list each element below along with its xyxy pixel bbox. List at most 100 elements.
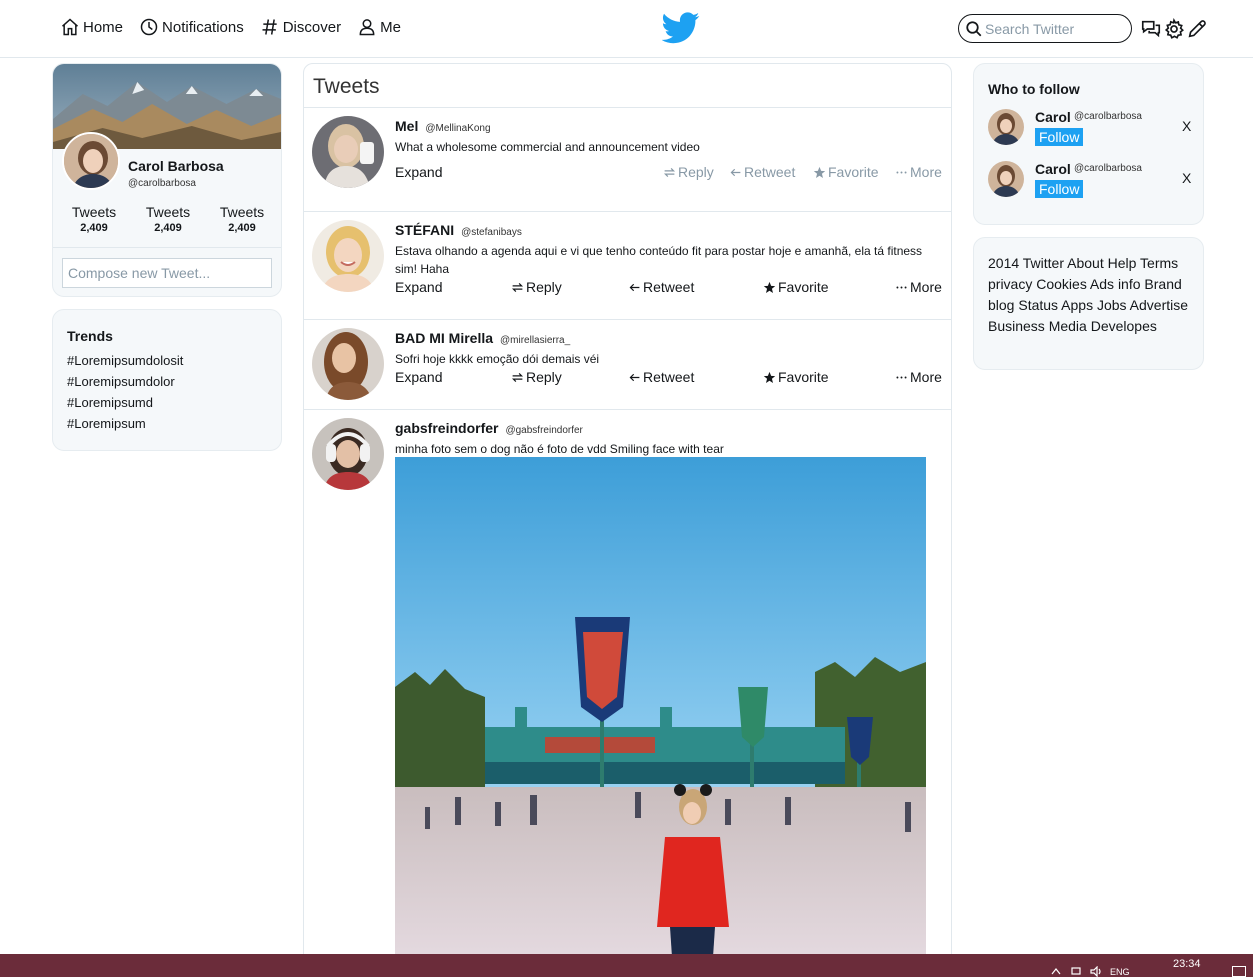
trends-title: Trends bbox=[67, 328, 113, 344]
more-button[interactable]: More bbox=[895, 279, 942, 295]
nav-me[interactable]: Me bbox=[357, 17, 401, 37]
hashtag-icon bbox=[262, 19, 277, 35]
tweet-text: Sofri hoje kkkk emoção dói demais véi bbox=[395, 352, 600, 366]
suggestion-avatar[interactable] bbox=[988, 109, 1024, 145]
follow-suggestion: Carol @carolbarbosa Follow X bbox=[988, 109, 1193, 149]
suggestion-name[interactable]: Carol bbox=[1035, 109, 1071, 125]
tweet: Mel @MellinaKong What a wholesome commer… bbox=[304, 108, 951, 212]
who-to-follow-card: Who to follow Carol @carolbarbosa Follow… bbox=[973, 63, 1204, 225]
trend-item[interactable]: #Loremipsum bbox=[67, 416, 267, 431]
favorite-button[interactable]: Favorite bbox=[763, 279, 829, 295]
tweet-body: gabsfreindorfer @gabsfreindorfer minha f… bbox=[395, 420, 943, 458]
tweet-avatar[interactable] bbox=[312, 116, 384, 188]
tweet-body: STÉFANI @stefanibays Estava olhando a ag… bbox=[395, 222, 943, 278]
dismiss-suggestion-button[interactable]: X bbox=[1182, 118, 1191, 134]
ellipsis-icon bbox=[896, 286, 907, 288]
retweet-button[interactable]: Retweet bbox=[628, 369, 694, 385]
suggestion-name[interactable]: Carol bbox=[1035, 161, 1071, 177]
ellipsis-icon bbox=[896, 171, 907, 173]
tweet-author-name[interactable]: STÉFANI bbox=[395, 222, 454, 238]
stat-tweets[interactable]: Tweets 2,409 bbox=[72, 204, 116, 234]
favorite-label: Favorite bbox=[828, 164, 879, 180]
tweet-avatar[interactable] bbox=[312, 220, 384, 292]
messages-icon bbox=[1141, 20, 1161, 37]
settings-button[interactable] bbox=[1163, 17, 1185, 40]
more-button[interactable]: More bbox=[895, 369, 942, 385]
suggestion-handle: @carolbarbosa bbox=[1074, 163, 1142, 174]
retweet-button[interactable]: Retweet bbox=[628, 279, 694, 295]
profile-name[interactable]: Carol Barbosa bbox=[128, 158, 224, 174]
tweet-body: Mel @MellinaKong What a wholesome commer… bbox=[395, 118, 943, 156]
reply-label: Reply bbox=[526, 279, 562, 295]
expand-link[interactable]: Expand bbox=[395, 369, 442, 385]
retweet-button[interactable]: Retweet bbox=[729, 164, 795, 180]
stat-value: 2,409 bbox=[228, 222, 256, 234]
tweet: gabsfreindorfer @gabsfreindorfer minha f… bbox=[304, 410, 951, 962]
tweet-author-handle[interactable]: @stefanibays bbox=[461, 227, 522, 238]
tweet-author-handle[interactable]: @gabsfreindorfer bbox=[505, 425, 582, 436]
avatar-image bbox=[64, 134, 118, 188]
compose-button[interactable] bbox=[1186, 18, 1208, 40]
trend-item[interactable]: #Loremipsumdolor bbox=[67, 374, 267, 389]
ellipsis-icon bbox=[896, 376, 907, 378]
trend-item[interactable]: #Loremipsumd bbox=[67, 395, 267, 410]
profile-stats: Tweets 2,409 Tweets 2,409 Tweets 2,409 bbox=[53, 204, 281, 234]
tweet-text: What a wholesome commercial and announce… bbox=[395, 140, 700, 154]
nav-notifications[interactable]: Notifications bbox=[139, 17, 244, 37]
network-icon[interactable] bbox=[1070, 966, 1082, 977]
nav-home[interactable]: Home bbox=[60, 17, 123, 37]
arrow-left-icon bbox=[629, 283, 640, 291]
messages-button[interactable] bbox=[1140, 18, 1162, 40]
more-label: More bbox=[910, 369, 942, 385]
suggestion-avatar[interactable] bbox=[988, 161, 1024, 197]
nav-discover[interactable]: Discover bbox=[260, 17, 341, 37]
reply-label: Reply bbox=[678, 164, 714, 180]
star-icon bbox=[763, 371, 776, 383]
search-input[interactable] bbox=[985, 20, 1125, 37]
tweet-avatar[interactable] bbox=[312, 418, 384, 490]
tweet-text: minha foto sem o dog não é foto de vdd S… bbox=[395, 442, 724, 456]
favorite-button[interactable]: Favorite bbox=[813, 164, 879, 180]
arrow-left-icon bbox=[629, 373, 640, 381]
tray-icons: ENG bbox=[1050, 966, 1130, 977]
twitter-bird-icon[interactable] bbox=[662, 12, 700, 44]
notification-center-icon[interactable] bbox=[1232, 966, 1246, 977]
profile-avatar[interactable] bbox=[62, 132, 120, 190]
profile-card: Carol Barbosa @carolbarbosa Tweets 2,409… bbox=[52, 63, 282, 297]
trend-item[interactable]: #Loremipsumdolosit bbox=[67, 353, 267, 368]
avatar-image bbox=[312, 418, 384, 490]
volume-icon[interactable] bbox=[1090, 966, 1102, 977]
search-box[interactable] bbox=[958, 14, 1132, 43]
compose-tweet-input[interactable] bbox=[62, 258, 272, 288]
tweet-photo[interactable] bbox=[395, 457, 926, 957]
nav-tools bbox=[958, 14, 1208, 43]
reply-button[interactable]: Reply bbox=[511, 369, 562, 385]
reply-button[interactable]: Reply bbox=[663, 164, 714, 180]
retweet-label: Retweet bbox=[744, 164, 796, 180]
tweet-author-name[interactable]: Mel bbox=[395, 118, 418, 134]
stat-tweets[interactable]: Tweets 2,409 bbox=[146, 204, 190, 234]
reply-label: Reply bbox=[526, 369, 562, 385]
tweet-author-handle[interactable]: @MellinaKong bbox=[425, 123, 490, 134]
more-button[interactable]: More bbox=[895, 164, 942, 180]
dismiss-suggestion-button[interactable]: X bbox=[1182, 170, 1191, 186]
stat-tweets[interactable]: Tweets 2,409 bbox=[220, 204, 264, 234]
chevron-up-icon[interactable] bbox=[1050, 966, 1062, 977]
reply-button[interactable]: Reply bbox=[511, 279, 562, 295]
tweet-author-name[interactable]: gabsfreindorfer bbox=[395, 420, 498, 436]
tweet-author-name[interactable]: BAD MI Mirella bbox=[395, 330, 493, 346]
follow-button[interactable]: Follow bbox=[1035, 180, 1084, 198]
reply-arrows-icon bbox=[663, 167, 676, 177]
favorite-button[interactable]: Favorite bbox=[763, 369, 829, 385]
language-indicator[interactable]: ENG bbox=[1110, 967, 1130, 977]
tweet-author-handle[interactable]: @mirellasierra_ bbox=[500, 335, 570, 346]
tweet-avatar[interactable] bbox=[312, 328, 384, 400]
expand-link[interactable]: Expand bbox=[395, 164, 442, 180]
more-label: More bbox=[910, 164, 942, 180]
retweet-label: Retweet bbox=[643, 369, 695, 385]
clock[interactable]: 23:34 bbox=[1173, 958, 1201, 970]
arrow-left-icon bbox=[730, 168, 741, 176]
follow-button[interactable]: Follow bbox=[1035, 128, 1084, 146]
expand-link[interactable]: Expand bbox=[395, 279, 442, 295]
footer-links[interactable]: 2014 Twitter About Help Terms privacy Co… bbox=[973, 237, 1204, 370]
